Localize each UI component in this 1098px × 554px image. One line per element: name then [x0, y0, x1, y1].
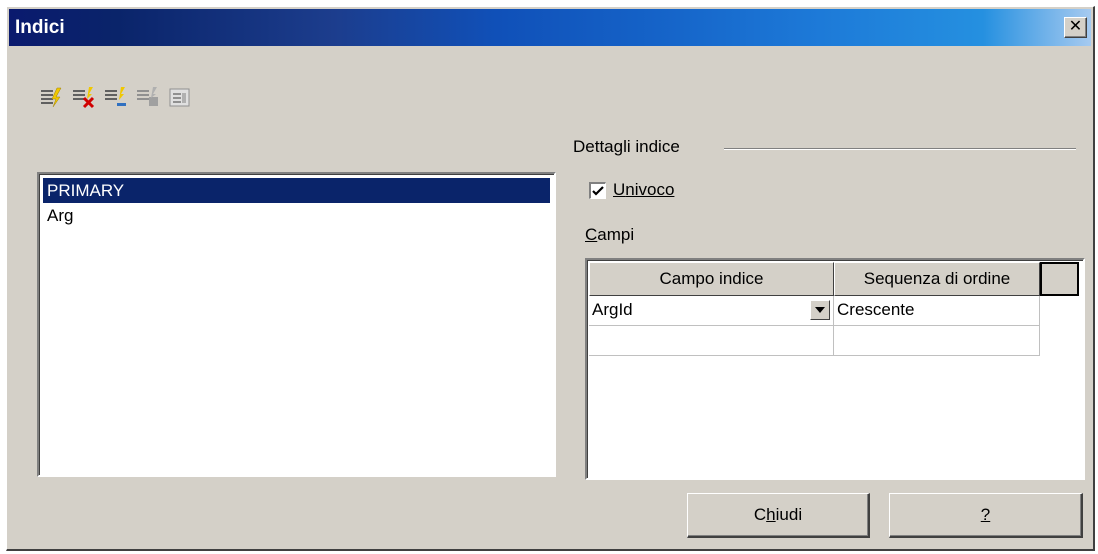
index-properties-icon: [167, 85, 193, 109]
field-cell[interactable]: ArgId: [589, 296, 834, 326]
checkmark-icon: [592, 186, 604, 196]
close-icon: ✕: [1068, 18, 1083, 35]
order-cell[interactable]: [834, 326, 1040, 356]
header-order-column[interactable]: Sequenza di ordine: [834, 262, 1040, 296]
delete-index-icon[interactable]: [71, 85, 97, 109]
title-bar[interactable]: Indici ✕: [9, 9, 1091, 46]
help-button[interactable]: ?: [889, 493, 1083, 538]
close-window-button[interactable]: ✕: [1064, 17, 1087, 38]
unique-checkbox-label[interactable]: Univoco: [613, 180, 674, 200]
header-field-column[interactable]: Campo indice: [589, 262, 834, 296]
field-cell[interactable]: [589, 326, 834, 356]
toolbar: [39, 85, 193, 109]
table-row[interactable]: [589, 326, 1040, 356]
close-button[interactable]: Chiudi: [687, 493, 870, 538]
edit-index-icon: [135, 85, 161, 109]
add-index-icon[interactable]: [39, 85, 65, 109]
table-row[interactable]: ArgId Crescente: [589, 296, 1040, 326]
field-dropdown-button[interactable]: [810, 300, 830, 320]
grid-header: Campo indice Sequenza di ordine: [589, 262, 1079, 296]
chevron-down-icon: [815, 307, 825, 313]
rename-index-icon[interactable]: [103, 85, 129, 109]
index-list[interactable]: PRIMARY Arg: [37, 172, 556, 477]
index-dialog: Indici ✕ PRIMARY Arg Dettagli indice Uni…: [6, 6, 1095, 551]
fields-grid[interactable]: Campo indice Sequenza di ordine ArgId Cr…: [585, 258, 1085, 480]
header-extra-cell: [1040, 262, 1079, 296]
order-cell[interactable]: Crescente: [834, 296, 1040, 326]
window-title: Indici: [15, 17, 65, 38]
details-group-label: Dettagli indice: [573, 137, 680, 156]
list-item[interactable]: PRIMARY: [43, 178, 550, 203]
group-divider: [724, 148, 1076, 150]
fields-label: Campi: [585, 225, 635, 244]
unique-checkbox[interactable]: [589, 182, 606, 199]
list-item[interactable]: Arg: [43, 203, 550, 228]
